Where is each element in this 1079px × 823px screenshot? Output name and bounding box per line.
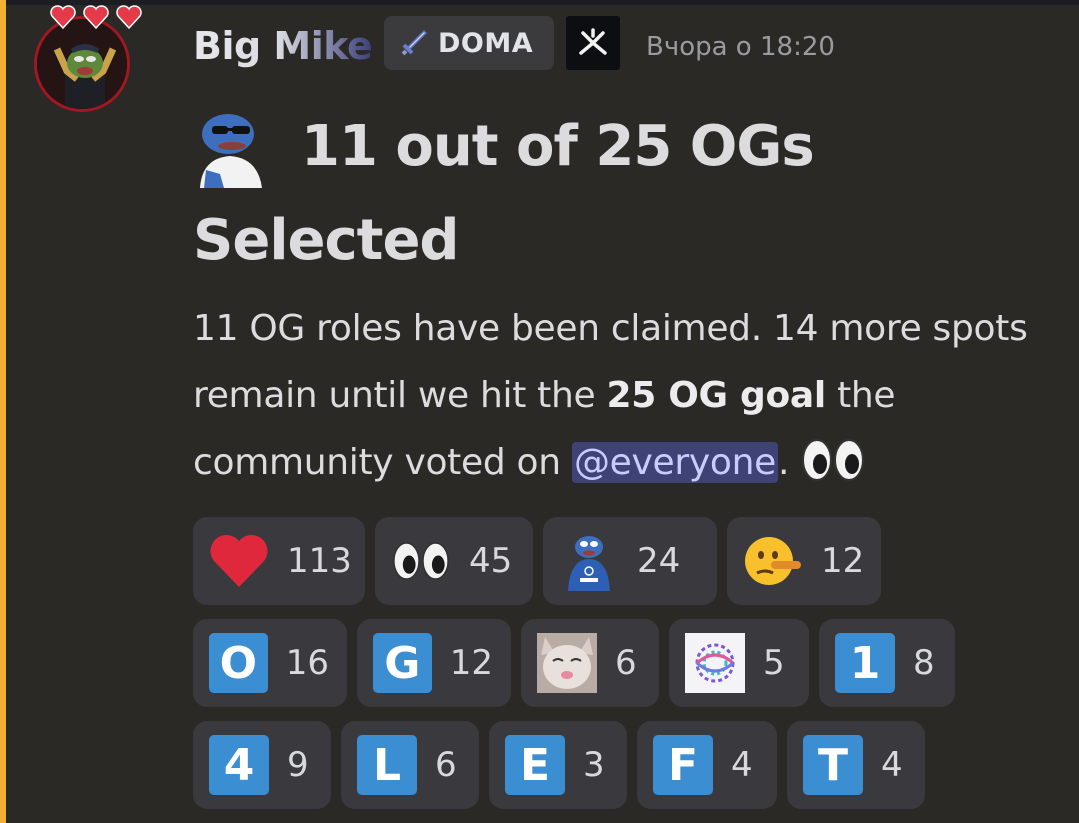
reaction-count: 45 (469, 541, 513, 581)
reaction-count: 6 (435, 745, 457, 785)
reaction-count: 6 (615, 643, 637, 683)
reaction-eyes[interactable]: 45 (375, 517, 533, 605)
reaction-count: 12 (821, 541, 865, 581)
body-bold: 25 OG goal (606, 375, 826, 416)
message-body: 11 OG roles have been claimed. 14 more s… (193, 295, 1053, 496)
reaction-letter-o[interactable]: O 16 (193, 619, 347, 707)
reaction-doma-logo[interactable]: 5 (669, 619, 809, 707)
reactions-row-2: O 16 G 12 6 5 1 8 (193, 619, 1053, 707)
body-text-3: . (777, 442, 801, 483)
reaction-count: 3 (583, 745, 605, 785)
server-tag[interactable]: DOMA (384, 16, 554, 70)
eyes-icon (802, 439, 865, 481)
pepe-avatar-icon (37, 19, 127, 109)
reaction-count: 12 (449, 643, 493, 683)
server-tag-label: DOMA (438, 27, 534, 59)
reaction-pepe-doma[interactable]: 24 (543, 517, 717, 605)
reaction-digit-4[interactable]: 4 9 (193, 721, 331, 809)
sword-icon (400, 29, 428, 57)
reactions-row-1: 113 45 24 12 (193, 517, 1053, 605)
reaction-lying-face[interactable]: 12 (727, 517, 881, 605)
letter-t-icon: T (803, 735, 863, 795)
red-heart-icon (209, 531, 269, 591)
lying-face-icon (743, 531, 803, 591)
reaction-heart[interactable]: 113 (193, 517, 365, 605)
reaction-cat[interactable]: 6 (521, 619, 659, 707)
doma-asterisk-icon (579, 28, 607, 55)
reaction-count: 4 (881, 745, 903, 785)
reaction-letter-t[interactable]: T 4 (787, 721, 925, 809)
pepe-doma-icon (559, 531, 619, 591)
discord-message-view: Big Mike DOMA Вчора о 18:20 11 out of 25… (0, 0, 1079, 823)
reaction-count: 24 (637, 541, 681, 581)
reaction-letter-g[interactable]: G 12 (357, 619, 511, 707)
mention-highlight-bar (0, 0, 6, 823)
message-heading: 11 out of 25 OGs Selected (193, 114, 815, 273)
reaction-letter-e[interactable]: E 3 (489, 721, 627, 809)
reaction-count: 9 (287, 745, 309, 785)
letter-e-icon: E (505, 735, 565, 795)
app-badge[interactable] (566, 16, 620, 70)
eyes-icon (391, 531, 451, 591)
reactions-bar: 113 45 24 12 O 16 G 12 6 5 1 8 4 9 L 6 E… (193, 517, 1053, 823)
doma-logo-icon (685, 633, 745, 693)
top-divider (0, 0, 1079, 5)
reaction-digit-1[interactable]: 1 8 (819, 619, 955, 707)
letter-o-icon: O (209, 633, 268, 693)
reaction-letter-l[interactable]: L 6 (341, 721, 479, 809)
reaction-letter-f[interactable]: F 4 (637, 721, 777, 809)
reaction-count: 5 (763, 643, 785, 683)
everyone-mention[interactable]: @everyone (571, 442, 778, 483)
digit-1-icon: 1 (835, 633, 895, 693)
letter-g-icon: G (373, 633, 432, 693)
cat-face-icon (537, 633, 597, 693)
message-timestamp: Вчора о 18:20 (646, 32, 835, 62)
reaction-count: 16 (285, 643, 329, 683)
reaction-count: 113 (287, 541, 352, 581)
digit-4-icon: 4 (209, 735, 269, 795)
reactions-row-3: 4 9 L 6 E 3 F 4 T 4 (193, 721, 1053, 809)
reaction-count: 8 (913, 643, 935, 683)
letter-l-icon: L (357, 735, 417, 795)
letter-f-icon: F (653, 735, 713, 795)
hearts-decoration-icon (50, 5, 142, 30)
author-name[interactable]: Big Mike (193, 20, 373, 72)
reaction-count: 4 (731, 745, 753, 785)
